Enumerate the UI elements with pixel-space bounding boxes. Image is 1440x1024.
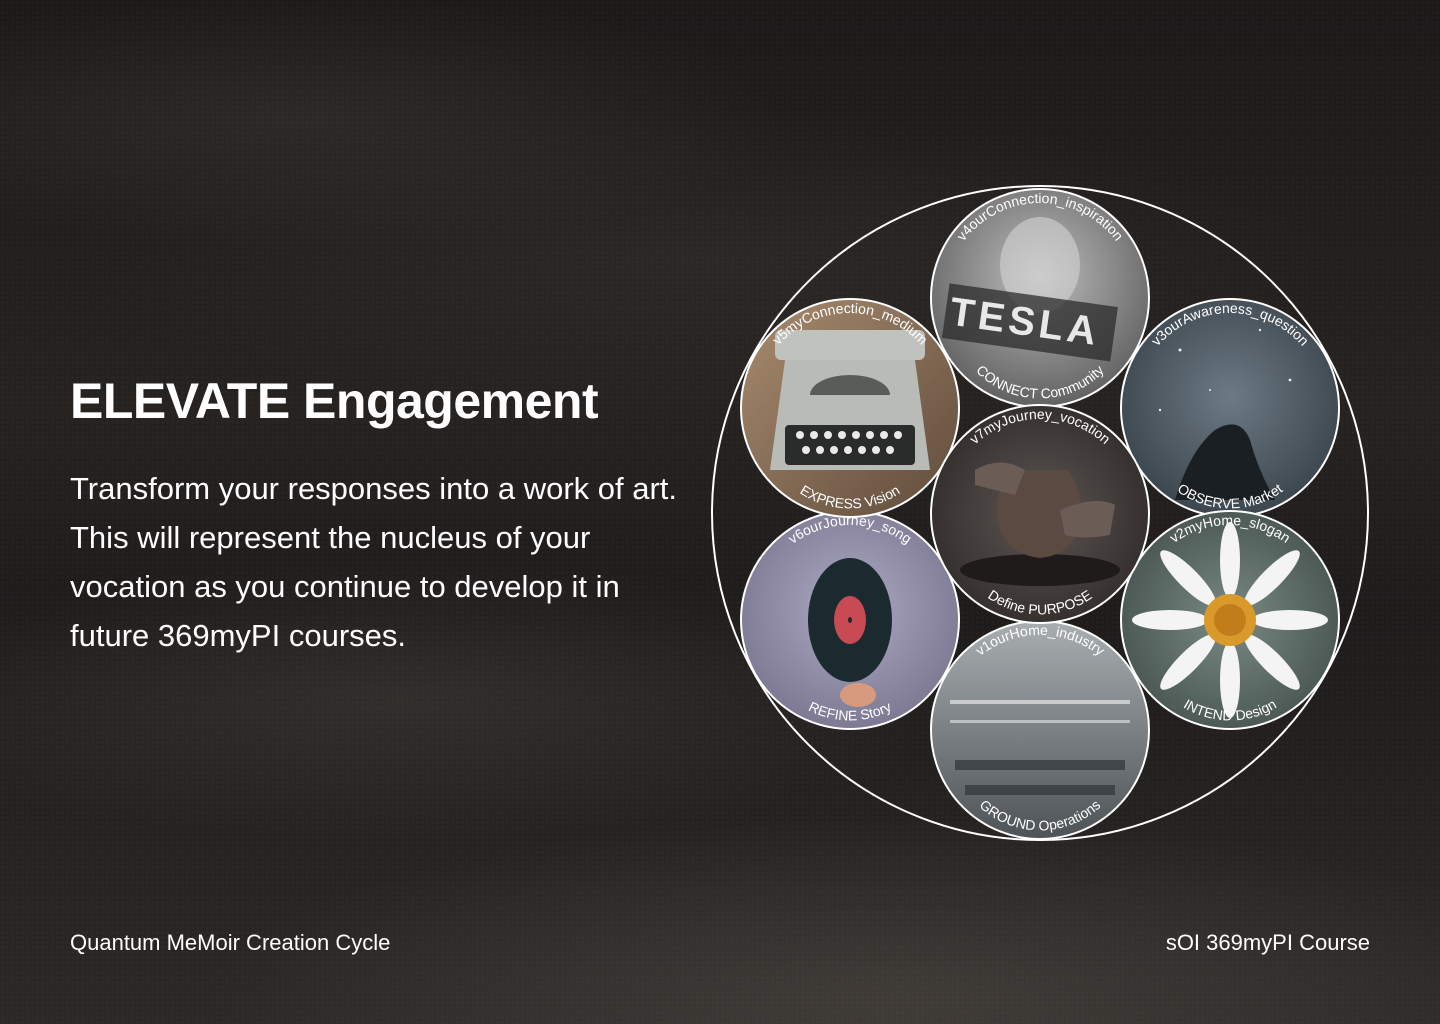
- vocation-cycle-diagram: TESLA v4ourConnection_inspiration CONNEC…: [711, 185, 1369, 841]
- circle-define-purpose[interactable]: v7myJourney_vocation Define PURPOSE: [930, 404, 1150, 624]
- circle-intend-design[interactable]: v2myHome_slogan INTEND Design: [1120, 510, 1340, 730]
- circle-observe-market[interactable]: v3ourAwareness_question OBSERVE Market: [1120, 298, 1340, 518]
- circle-express-vision[interactable]: v5myConnection_medium EXPRESS Vision: [740, 298, 960, 518]
- typewriter-icon: [770, 330, 930, 470]
- daisy-flower-icon: [1132, 522, 1328, 718]
- circle-refine-story[interactable]: v6ourJourney_song REFINE Story: [740, 510, 960, 730]
- circle-ground-operations[interactable]: v1ourHome_industry GROUND Operations: [930, 620, 1150, 840]
- circle-connect-community[interactable]: TESLA v4ourConnection_inspiration CONNEC…: [930, 188, 1150, 408]
